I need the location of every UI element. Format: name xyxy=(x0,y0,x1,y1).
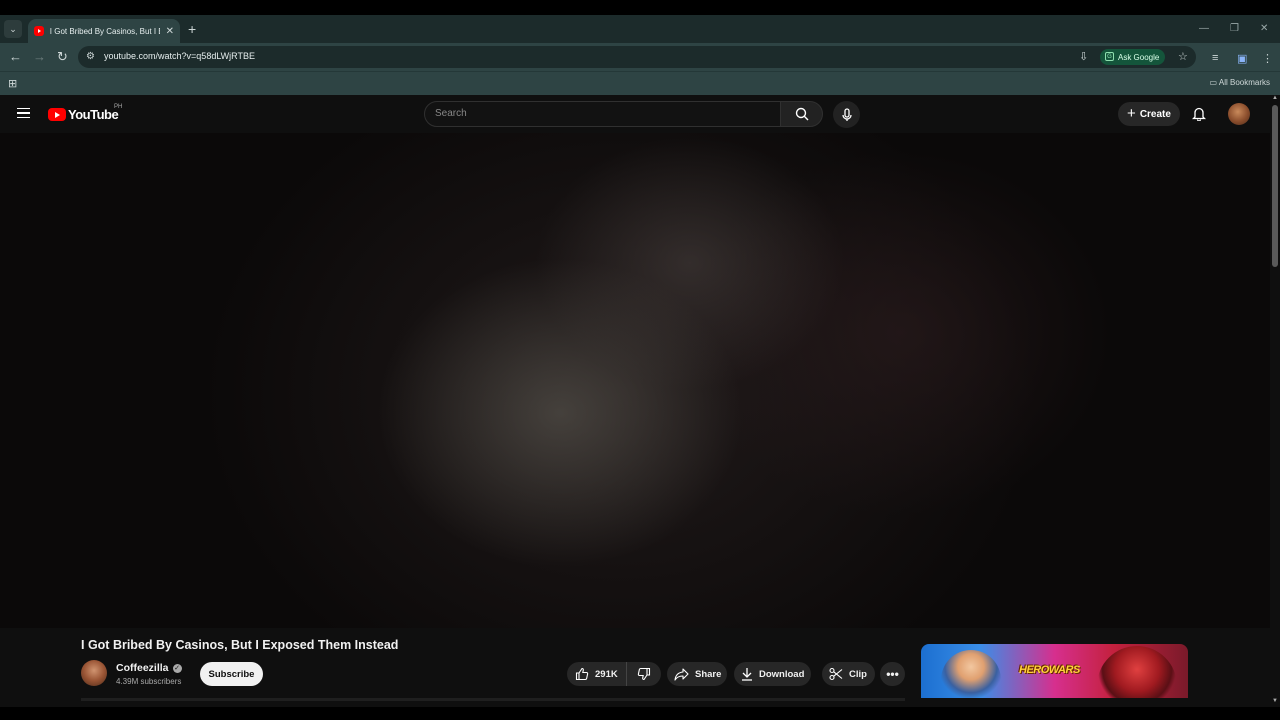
voice-search-button[interactable] xyxy=(833,101,860,128)
search-input[interactable] xyxy=(435,108,765,119)
tab-search-button[interactable]: ⌄ xyxy=(4,20,22,38)
folder-icon: ▭ xyxy=(1209,78,1219,87)
country-code: PH xyxy=(114,104,123,110)
more-horizontal-icon: ••• xyxy=(886,667,899,681)
address-bar[interactable]: ⚙ youtube.com/watch?v=q58dLWjRTBE ⇩ G As… xyxy=(78,46,1196,68)
close-tab-icon[interactable]: ✕ xyxy=(166,26,174,37)
search-icon xyxy=(795,107,808,121)
plus-icon: + xyxy=(1127,105,1136,122)
bell-icon xyxy=(1191,107,1207,122)
all-bookmarks-button[interactable]: ▭ All Bookmarks xyxy=(1210,78,1270,87)
all-bookmarks-label: All Bookmarks xyxy=(1218,78,1270,87)
browser-tab-strip: ⌄ I Got Bribed By Casinos, But I Ex ✕ + … xyxy=(0,15,1280,43)
back-button[interactable]: ← xyxy=(9,49,22,64)
youtube-logo[interactable]: YouTube PH xyxy=(48,104,122,122)
video-title: I Got Bribed By Casinos, But I Exposed T… xyxy=(81,638,399,652)
youtube-play-logo-icon xyxy=(48,108,66,121)
apps-grid-icon[interactable]: ⊞ xyxy=(8,77,17,90)
youtube-logo-text: YouTube xyxy=(68,107,119,122)
ask-google-label: Ask Google xyxy=(1118,52,1160,62)
channel-name: Coffeezilla xyxy=(116,662,169,674)
bookmarks-bar: ⊞ ▭ All Bookmarks xyxy=(0,71,1280,95)
site-info-icon[interactable]: ⚙ xyxy=(86,51,95,62)
youtube-header: YouTube PH + Create xyxy=(0,95,1270,133)
ad-logo-text: HEROWARS xyxy=(1019,664,1080,676)
thumbs-up-icon xyxy=(575,667,589,681)
dislike-button[interactable] xyxy=(627,667,661,681)
install-app-icon[interactable]: ⇩ xyxy=(1079,50,1088,63)
share-label: Share xyxy=(695,668,722,680)
create-label: Create xyxy=(1139,108,1171,120)
browser-menu-icon[interactable]: ⋮ xyxy=(1262,52,1273,65)
download-button[interactable]: Download xyxy=(734,662,811,686)
more-actions-button[interactable]: ••• xyxy=(880,662,905,686)
notifications-button[interactable] xyxy=(1191,106,1207,126)
forward-button[interactable]: → xyxy=(33,49,46,64)
url-text[interactable]: youtube.com/watch?v=q58dLWjRTBE xyxy=(104,51,255,61)
like-dislike-group: 291K xyxy=(567,662,661,686)
verified-check-icon: ✓ xyxy=(172,664,182,673)
subscriber-count: 4.39M subscribers xyxy=(116,677,182,686)
reload-button[interactable]: ↻ xyxy=(57,49,68,65)
subscribe-button[interactable]: Subscribe xyxy=(200,662,263,686)
share-button[interactable]: Share xyxy=(667,662,727,686)
clip-button[interactable]: Clip xyxy=(822,662,875,686)
minimize-window-button[interactable]: — xyxy=(1199,23,1209,34)
browser-toolbar: ← → ↻ ⚙ youtube.com/watch?v=q58dLWjRTBE … xyxy=(0,43,1280,71)
browser-tab-active[interactable]: I Got Bribed By Casinos, But I Ex ✕ xyxy=(28,19,180,43)
page-scrollbar[interactable]: ▲ ▼ xyxy=(1270,95,1280,720)
hero-wars-ad-banner[interactable]: HEROWARS xyxy=(921,644,1188,698)
like-button[interactable]: 291K xyxy=(567,662,627,686)
reading-list-icon[interactable]: ≡ xyxy=(1212,52,1218,64)
tab-title: I Got Bribed By Casinos, But I Ex xyxy=(49,26,160,36)
scrollbar-thumb[interactable] xyxy=(1272,105,1278,267)
new-tab-button[interactable]: + xyxy=(188,21,196,37)
channel-name-link[interactable]: Coffeezilla ✓ xyxy=(116,662,182,674)
menu-icon[interactable] xyxy=(17,108,30,118)
scroll-up-arrow-icon[interactable]: ▲ xyxy=(1272,95,1278,101)
thumbs-down-icon xyxy=(637,667,651,681)
ask-google-button[interactable]: G Ask Google xyxy=(1100,49,1166,65)
scroll-down-arrow-icon[interactable]: ▼ xyxy=(1272,698,1278,704)
bookmark-star-icon[interactable]: ☆ xyxy=(1178,50,1188,63)
screen-top-edge xyxy=(0,0,1280,15)
microphone-icon xyxy=(841,107,852,121)
scissors-icon xyxy=(829,667,843,681)
search-box xyxy=(424,101,781,127)
ad-hero-character xyxy=(941,650,1001,698)
youtube-favicon-icon xyxy=(34,26,44,36)
download-icon xyxy=(742,668,752,681)
channel-avatar[interactable] xyxy=(81,660,107,686)
screen-bottom-edge xyxy=(0,707,1280,720)
create-button[interactable]: + Create xyxy=(1118,102,1180,126)
google-lens-icon: G xyxy=(1105,52,1114,61)
ad-dragon-character xyxy=(1097,646,1177,698)
download-label: Download xyxy=(759,668,805,680)
description-box-edge xyxy=(81,698,905,701)
video-player[interactable] xyxy=(0,133,1270,628)
close-window-button[interactable]: ✕ xyxy=(1260,23,1268,34)
like-count: 291K xyxy=(595,668,618,680)
share-arrow-icon xyxy=(674,667,689,681)
account-avatar[interactable] xyxy=(1228,103,1250,125)
restore-window-button[interactable]: ❐ xyxy=(1230,23,1239,34)
search-button[interactable] xyxy=(780,101,823,127)
clip-label: Clip xyxy=(849,668,867,680)
extension-icon[interactable]: ▣ xyxy=(1237,52,1247,65)
